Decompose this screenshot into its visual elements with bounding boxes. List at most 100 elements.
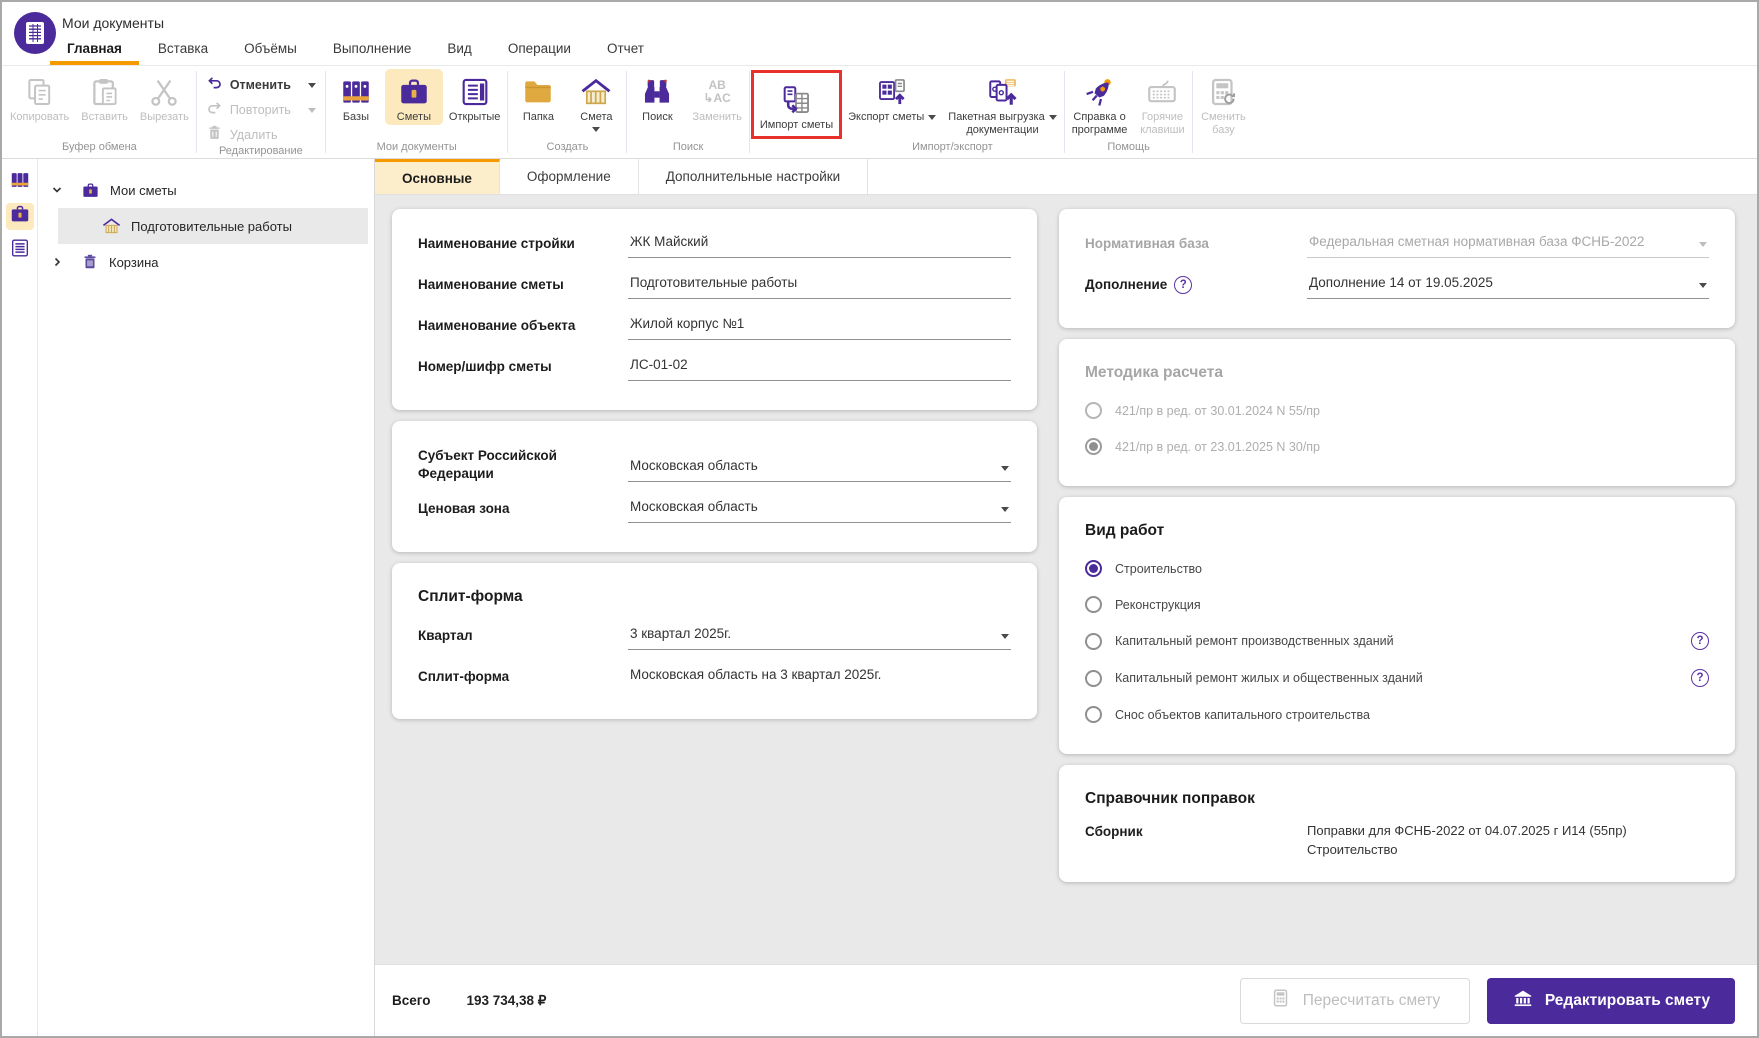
collection-label: Сборник <box>1085 822 1297 860</box>
tree-item-preparatory-works[interactable]: Подготовительные работы <box>58 208 368 244</box>
normative-base-select[interactable]: Федеральная сметная нормативная база ФСН… <box>1307 234 1709 258</box>
strip-estimates-button[interactable] <box>6 203 34 230</box>
opened-button[interactable]: Открытые <box>443 69 507 125</box>
object-name-label: Наименование объекта <box>418 316 618 340</box>
chevron-down-icon[interactable] <box>51 184 66 196</box>
import-estimate-button[interactable]: Импорт сметы <box>754 73 839 136</box>
ribbon-tab-main[interactable]: Главная <box>50 34 139 65</box>
strip-bases-button[interactable] <box>6 169 34 196</box>
content-panel: Наименование стройки ЖК Майский Наименов… <box>375 195 1757 964</box>
house-icon <box>579 73 613 111</box>
calculator-refresh-icon <box>1206 73 1240 111</box>
undo-button[interactable]: Отменить <box>206 75 316 95</box>
create-folder-button[interactable]: Папка <box>509 69 567 125</box>
copy-button[interactable]: Копировать <box>4 69 75 125</box>
edit-estimate-button[interactable]: Редактировать смету <box>1487 978 1735 1024</box>
bases-mini-icon <box>9 169 31 196</box>
batch-dropdown-icon[interactable] <box>1049 115 1057 120</box>
toolbar-separator <box>1192 71 1193 153</box>
create-estimate-dropdown-icon[interactable] <box>592 127 600 132</box>
quarter-label: Квартал <box>418 626 618 650</box>
worktype-option-industrial-repair[interactable]: Капитальный ремонт производственных здан… <box>1085 632 1709 650</box>
scissors-icon <box>147 73 181 111</box>
radio-checked-icon[interactable] <box>1085 438 1102 455</box>
supplement-select[interactable]: Дополнение 14 от 19.05.2025 <box>1307 275 1709 299</box>
toolbar-separator <box>325 71 326 153</box>
redo-dropdown-icon[interactable] <box>308 108 316 113</box>
ribbon-tab-view[interactable]: Вид <box>430 34 488 65</box>
bases-button[interactable]: Базы <box>327 69 385 125</box>
batch-export-button[interactable]: Пакетная выгрузка документации <box>942 69 1062 138</box>
app-window: Мои документы Главная Вставка Объёмы Вып… <box>0 0 1759 1038</box>
redo-icon <box>206 99 223 121</box>
object-name-input[interactable]: Жилой корпус №1 <box>628 316 1011 340</box>
radio-unchecked-icon[interactable] <box>1085 670 1102 687</box>
help-about-button[interactable]: Справка о программе <box>1066 69 1134 138</box>
worktype-option-demolition[interactable]: Снос объектов капитального строительства <box>1085 706 1709 723</box>
cut-button[interactable]: Вырезать <box>134 69 195 125</box>
tab-general[interactable]: Основные <box>375 159 500 194</box>
search-button[interactable]: Поиск <box>628 69 686 125</box>
export-dropdown-icon[interactable] <box>928 115 936 120</box>
industrial-repair-help-icon[interactable]: ? <box>1691 632 1709 650</box>
hotkeys-button[interactable]: Горячие клавиши <box>1133 69 1191 138</box>
create-estimate-button[interactable]: Смета <box>567 69 625 133</box>
card-region: Субъект Российской Федерации Московская … <box>392 421 1037 552</box>
ribbon-tabs: Главная Вставка Объёмы Выполнение Вид Оп… <box>50 34 661 65</box>
group-search: Поиск AB↳AC Заменить Поиск <box>628 66 747 158</box>
briefcase-mini-icon <box>9 203 31 230</box>
paste-button[interactable]: Вставить <box>75 69 134 125</box>
delete-button[interactable]: Удалить <box>206 125 316 145</box>
bank-icon <box>1512 987 1534 1014</box>
ribbon-tab-operations[interactable]: Операции <box>491 34 588 65</box>
strip-documents-button[interactable] <box>6 237 34 264</box>
binoculars-icon <box>640 73 674 111</box>
bases-icon <box>339 73 373 111</box>
estimate-number-input[interactable]: ЛС-01-02 <box>628 357 1011 381</box>
ribbon-tab-execution[interactable]: Выполнение <box>316 34 429 65</box>
radio-unchecked-icon[interactable] <box>1085 596 1102 613</box>
ribbon-tab-volumes[interactable]: Объёмы <box>227 34 314 65</box>
export-estimate-button[interactable]: Экспорт сметы <box>842 69 942 125</box>
ribbon-tab-report[interactable]: Отчет <box>590 34 661 65</box>
chevron-right-icon[interactable] <box>51 256 66 268</box>
redo-button[interactable]: Повторить <box>206 100 316 120</box>
quarter-select[interactable]: 3 квартал 2025г. <box>628 626 1011 650</box>
method-option-1[interactable]: 421/пр в ред. от 30.01.2024 N 55/пр <box>1085 402 1709 419</box>
radio-checked-icon[interactable] <box>1085 560 1102 577</box>
content-tabs: Основные Оформление Дополнительные настр… <box>375 159 1757 195</box>
price-zone-dropdown-icon[interactable] <box>1001 507 1009 512</box>
recalculate-button[interactable]: Пересчитать смету <box>1240 978 1470 1024</box>
worktype-option-construction[interactable]: Строительство <box>1085 560 1709 577</box>
tree-item-my-estimates[interactable]: Мои сметы <box>38 173 374 207</box>
price-zone-select[interactable]: Московская область <box>628 499 1011 523</box>
radio-unchecked-icon[interactable] <box>1085 706 1102 723</box>
radio-unchecked-icon[interactable] <box>1085 633 1102 650</box>
tree-item-trash[interactable]: Корзина <box>38 245 374 279</box>
tab-additional-settings[interactable]: Дополнительные настройки <box>639 159 869 194</box>
tab-formatting[interactable]: Оформление <box>500 159 639 194</box>
region-dropdown-icon[interactable] <box>1001 466 1009 471</box>
worktype-option-residential-repair[interactable]: Капитальный ремонт жилых и общественных … <box>1085 669 1709 687</box>
method-option-2[interactable]: 421/пр в ред. от 23.01.2025 N 30/пр <box>1085 438 1709 455</box>
residential-repair-help-icon[interactable]: ? <box>1691 669 1709 687</box>
trash-icon <box>206 124 223 146</box>
group-label-clipboard: Буфер обмена <box>4 141 195 158</box>
supplement-help-icon[interactable]: ? <box>1174 276 1192 294</box>
construction-name-input[interactable]: ЖК Майский <box>628 234 1011 258</box>
header: Мои документы Главная Вставка Объёмы Вып… <box>2 2 1757 66</box>
group-label-import-export: Импорт/экспорт <box>842 141 1063 158</box>
region-select[interactable]: Московская область <box>628 446 1011 482</box>
replace-button[interactable]: AB↳AC Заменить <box>686 69 747 125</box>
estimates-button[interactable]: Сметы <box>385 69 443 125</box>
quarter-dropdown-icon[interactable] <box>1001 634 1009 639</box>
undo-dropdown-icon[interactable] <box>308 83 316 88</box>
ribbon-tab-insert[interactable]: Вставка <box>141 34 225 65</box>
estimate-name-label: Наименование сметы <box>418 275 618 299</box>
change-base-button[interactable]: Сменить базу <box>1194 69 1252 138</box>
supplement-dropdown-icon[interactable] <box>1699 283 1707 288</box>
estimate-name-input[interactable]: Подготовительные работы <box>628 275 1011 299</box>
worktype-option-reconstruction[interactable]: Реконструкция <box>1085 596 1709 613</box>
region-label: Субъект Российской Федерации <box>418 446 618 482</box>
radio-unchecked-icon[interactable] <box>1085 402 1102 419</box>
